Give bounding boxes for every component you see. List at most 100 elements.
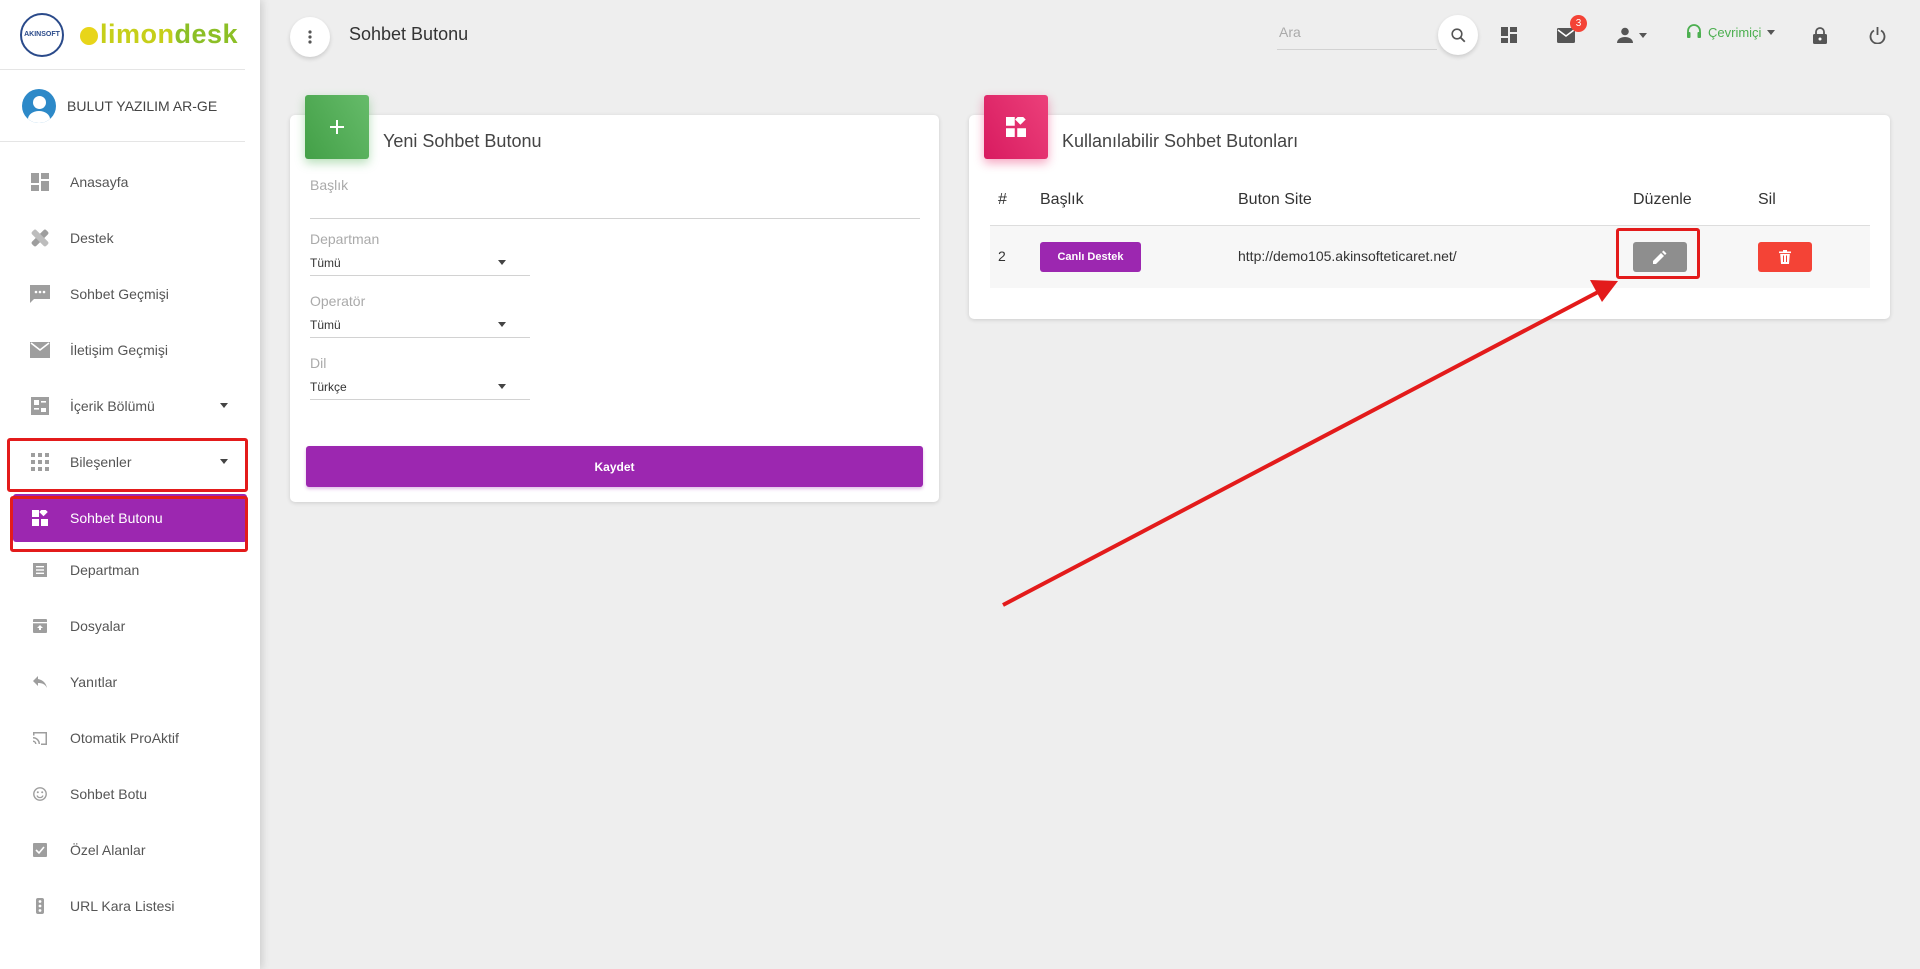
pencil-icon	[1653, 250, 1667, 264]
sidebar-item-label: Dosyalar	[70, 618, 126, 634]
department-select-line	[310, 275, 530, 276]
archive-icon	[30, 616, 50, 636]
dashboard-icon	[30, 172, 50, 192]
sidebar-item-label: Sohbet Botu	[70, 786, 148, 802]
checkbox-icon	[30, 840, 50, 860]
power-icon	[1869, 26, 1885, 44]
akinsoft-emblem-icon: AKINSOFT	[20, 12, 64, 57]
sidebar-item-otomatik-proaktif[interactable]: Otomatik ProAktif	[0, 710, 260, 766]
sidebar-nav: Anasayfa Destek Sohbet Geçmişi İletişim …	[0, 142, 260, 934]
mail-badge: 3	[1570, 15, 1587, 32]
sidebar-item-sohbet-botu[interactable]: Sohbet Botu	[0, 766, 260, 822]
sidebar-item-icerik-bolumu[interactable]: İçerik Bölümü	[0, 378, 260, 434]
sidebar-item-anasayfa[interactable]: Anasayfa	[0, 154, 260, 210]
add-icon	[305, 95, 369, 159]
operator-select[interactable]: Tümü	[310, 318, 341, 332]
department-select[interactable]: Tümü	[310, 256, 341, 270]
search-input[interactable]	[1277, 18, 1437, 46]
brand-name: limondesk	[80, 19, 238, 50]
sidebar-item-label: Otomatik ProAktif	[70, 730, 179, 746]
chevron-down-icon	[1767, 29, 1776, 35]
sidebar-item-label: İletişim Geçmişi	[70, 342, 169, 358]
sidebar-item-sohbet-gecmisi[interactable]: Sohbet Geçmişi	[0, 266, 260, 322]
logout-button[interactable]	[1864, 22, 1890, 48]
more-vert-button[interactable]	[290, 17, 330, 57]
reply-icon	[30, 672, 50, 692]
search-icon	[1450, 27, 1465, 42]
search-button[interactable]	[1438, 15, 1478, 55]
language-field-label: Dil	[310, 355, 327, 371]
sidebar-item-label: URL Kara Listesi	[70, 898, 175, 914]
department-field-label: Departman	[310, 231, 380, 247]
mail-icon	[30, 340, 50, 360]
sidebar-item-destek[interactable]: Destek	[0, 210, 260, 266]
chevron-down-icon	[220, 459, 228, 464]
sidebar-item-label: Destek	[70, 230, 114, 246]
title-field[interactable]	[310, 218, 920, 219]
dashboard-button[interactable]	[1496, 22, 1522, 48]
row-id: 2	[998, 248, 1006, 264]
delete-button[interactable]	[1758, 242, 1812, 272]
chevron-down-icon	[220, 403, 228, 408]
smile-icon	[30, 784, 50, 804]
lock-button[interactable]	[1807, 22, 1833, 48]
sidebar-item-label: Sohbet Geçmişi	[70, 286, 169, 302]
account-menu-button[interactable]	[1612, 22, 1652, 48]
dashboard-icon	[1501, 27, 1517, 43]
logo[interactable]: AKINSOFT limondesk	[0, 0, 245, 70]
operator-field-label: Operatör	[310, 293, 366, 309]
list-icon	[30, 560, 50, 580]
new-chat-button-title: Yeni Sohbet Butonu	[383, 131, 542, 151]
sidebar-item-departman[interactable]: Departman	[0, 542, 260, 598]
page-title: Sohbet Butonu	[349, 24, 469, 44]
person-icon	[1617, 27, 1633, 43]
status-label: Çevrimiçi	[1708, 24, 1762, 40]
lemon-icon	[80, 27, 98, 45]
sidebar-item-sohbet-butonu[interactable]: Sohbet Butonu	[13, 494, 247, 542]
user-profile[interactable]: BULUT YAZILIM AR-GE	[0, 70, 245, 142]
sidebar-item-label: Özel Alanlar	[70, 842, 146, 858]
sidebar-item-url-kara-listesi[interactable]: URL Kara Listesi	[0, 878, 260, 934]
column-header-site: Buton Site	[1238, 191, 1312, 208]
sidebar-item-dosyalar[interactable]: Dosyalar	[0, 598, 260, 654]
sidebar-item-ozel-alanlar[interactable]: Özel Alanlar	[0, 822, 260, 878]
messages-button[interactable]: 3	[1553, 15, 1587, 48]
sidebar-item-iletisim-gecmisi[interactable]: İletişim Geçmişi	[0, 322, 260, 378]
edit-button[interactable]	[1633, 242, 1687, 272]
chevron-down-icon	[498, 322, 506, 327]
status-selector[interactable]: Çevrimiçi	[1686, 24, 1776, 40]
chevron-down-icon	[1639, 32, 1647, 38]
headset-icon	[1687, 24, 1701, 38]
sidebar-item-label: Sohbet Butonu	[70, 510, 163, 526]
sidebar-item-label: İçerik Bölümü	[70, 398, 155, 414]
apps-icon	[30, 452, 50, 472]
support-icon	[30, 228, 50, 248]
trash-icon	[1779, 250, 1791, 264]
traffic-icon	[30, 896, 50, 916]
sidebar-item-label: Departman	[70, 562, 140, 578]
sidebar-item-label: Yanıtlar	[70, 674, 118, 690]
cast-icon	[30, 728, 50, 748]
widgets-icon	[30, 508, 50, 528]
sidebar-item-label: Bileşenler	[70, 454, 132, 470]
column-header-title: Başlık	[1040, 191, 1084, 208]
column-header-edit: Düzenle	[1633, 191, 1692, 208]
operator-select-line	[310, 337, 530, 338]
new-chat-button-card	[290, 115, 939, 502]
save-button[interactable]: Kaydet	[306, 446, 923, 487]
sidebar-item-label: Anasayfa	[70, 174, 129, 190]
search-field	[1277, 18, 1437, 50]
user-name: BULUT YAZILIM AR-GE	[67, 97, 218, 114]
chat-button-preview[interactable]: Canlı Destek	[1040, 242, 1141, 272]
language-select[interactable]: Türkçe	[310, 380, 347, 394]
chevron-down-icon	[498, 260, 506, 265]
content-icon	[30, 396, 50, 416]
sidebar: AKINSOFT limondesk BULUT YAZILIM AR-GE A…	[0, 0, 260, 969]
available-chat-buttons-title: Kullanılabilir Sohbet Butonları	[1062, 131, 1299, 151]
topbar: Sohbet Butonu 3 Çevrimiçi	[260, 0, 1920, 70]
title-field-label: Başlık	[310, 177, 349, 193]
column-header-number: #	[998, 191, 1007, 208]
sidebar-item-yanitlar[interactable]: Yanıtlar	[0, 654, 260, 710]
language-select-line	[310, 399, 530, 400]
sidebar-item-bilesenler[interactable]: Bileşenler	[0, 434, 260, 490]
